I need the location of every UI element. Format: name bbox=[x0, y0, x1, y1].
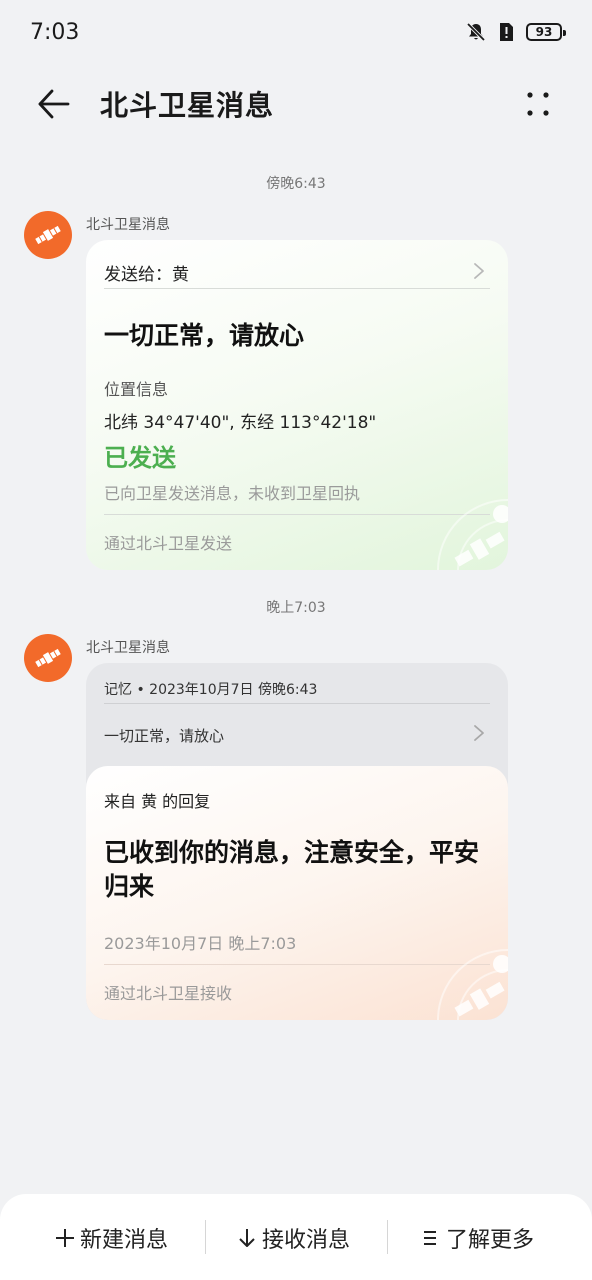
reply-from-label: 来自 黄 的回复 bbox=[104, 792, 211, 811]
bottom-action-bar: 新建消息 接收消息 了解更多 bbox=[0, 1194, 592, 1280]
status-bar: 7:03 93 bbox=[0, 0, 592, 66]
bar-separator bbox=[205, 1220, 206, 1254]
message-text: 一切正常，请放心 bbox=[104, 321, 305, 350]
learn-more-label: 了解更多 bbox=[446, 1228, 535, 1253]
arrow-down-icon bbox=[239, 1229, 255, 1247]
sim-alert-icon bbox=[500, 23, 513, 41]
receive-message-button[interactable]: 接收消息 bbox=[236, 1220, 350, 1256]
sender-name: 北斗卫星消息 bbox=[86, 217, 170, 233]
satellite-icon bbox=[35, 648, 61, 668]
send-status: 已发送 bbox=[104, 444, 176, 472]
status-icons: 93 bbox=[466, 22, 566, 42]
sender-avatar[interactable] bbox=[24, 634, 72, 682]
satellite-message-screen: 7:03 93 北斗卫星消息 傍晚6:43 北斗卫星消息 发送给：黄 一切正常，… bbox=[0, 0, 592, 1280]
received-reply-card[interactable]: 记忆 • 2023年10月7日 傍晚6:43 一切正常，请放心 来自 黄 的回复… bbox=[86, 663, 508, 1020]
battery-cap bbox=[563, 30, 566, 36]
location-coordinates: 北纬 34°47'40", 东经 113°42'18" bbox=[104, 413, 377, 433]
bar-separator bbox=[387, 1220, 388, 1254]
reply-bubble: 来自 黄 的回复 已收到你的消息，注意安全，平安归来 2023年10月7日 晚上… bbox=[86, 766, 508, 1020]
location-label: 位置信息 bbox=[104, 380, 169, 399]
menu-lines-icon bbox=[424, 1231, 436, 1245]
divider bbox=[104, 288, 490, 289]
chevron-right-icon[interactable] bbox=[472, 724, 486, 742]
back-arrow-icon[interactable] bbox=[36, 86, 72, 122]
bell-muted-icon bbox=[466, 22, 486, 42]
learn-more-button[interactable]: 了解更多 bbox=[420, 1220, 534, 1256]
timestamp-separator: 傍晚6:43 bbox=[266, 176, 326, 192]
plus-icon bbox=[56, 1229, 74, 1247]
receive-message-label: 接收消息 bbox=[262, 1228, 351, 1253]
quoted-message-text[interactable]: 一切正常，请放心 bbox=[104, 725, 490, 746]
satellite-watermark-icon bbox=[437, 499, 508, 570]
reply-message-text: 已收到你的消息，注意安全，平安归来 bbox=[104, 838, 480, 901]
chevron-right-icon[interactable] bbox=[472, 262, 486, 280]
recipient-label[interactable]: 发送给：黄 bbox=[104, 260, 490, 285]
sent-message-card[interactable]: 发送给：黄 一切正常，请放心 位置信息 北纬 34°47'40", 东经 113… bbox=[86, 240, 508, 570]
app-header: 北斗卫星消息 bbox=[0, 66, 592, 142]
more-options-icon[interactable] bbox=[524, 90, 552, 118]
timestamp-separator: 晚上7:03 bbox=[266, 600, 326, 616]
satellite-watermark-icon bbox=[437, 949, 508, 1020]
new-message-label: 新建消息 bbox=[80, 1228, 169, 1253]
new-message-button[interactable]: 新建消息 bbox=[54, 1220, 168, 1256]
battery-indicator: 93 bbox=[526, 23, 566, 41]
satellite-icon bbox=[35, 225, 61, 245]
page-title: 北斗卫星消息 bbox=[100, 89, 275, 122]
sender-name: 北斗卫星消息 bbox=[86, 640, 170, 656]
status-time: 7:03 bbox=[30, 20, 80, 45]
divider bbox=[104, 703, 490, 704]
battery-level: 93 bbox=[535, 25, 553, 39]
quoted-message-meta: 记忆 • 2023年10月7日 傍晚6:43 bbox=[104, 682, 318, 698]
sender-avatar[interactable] bbox=[24, 211, 72, 259]
